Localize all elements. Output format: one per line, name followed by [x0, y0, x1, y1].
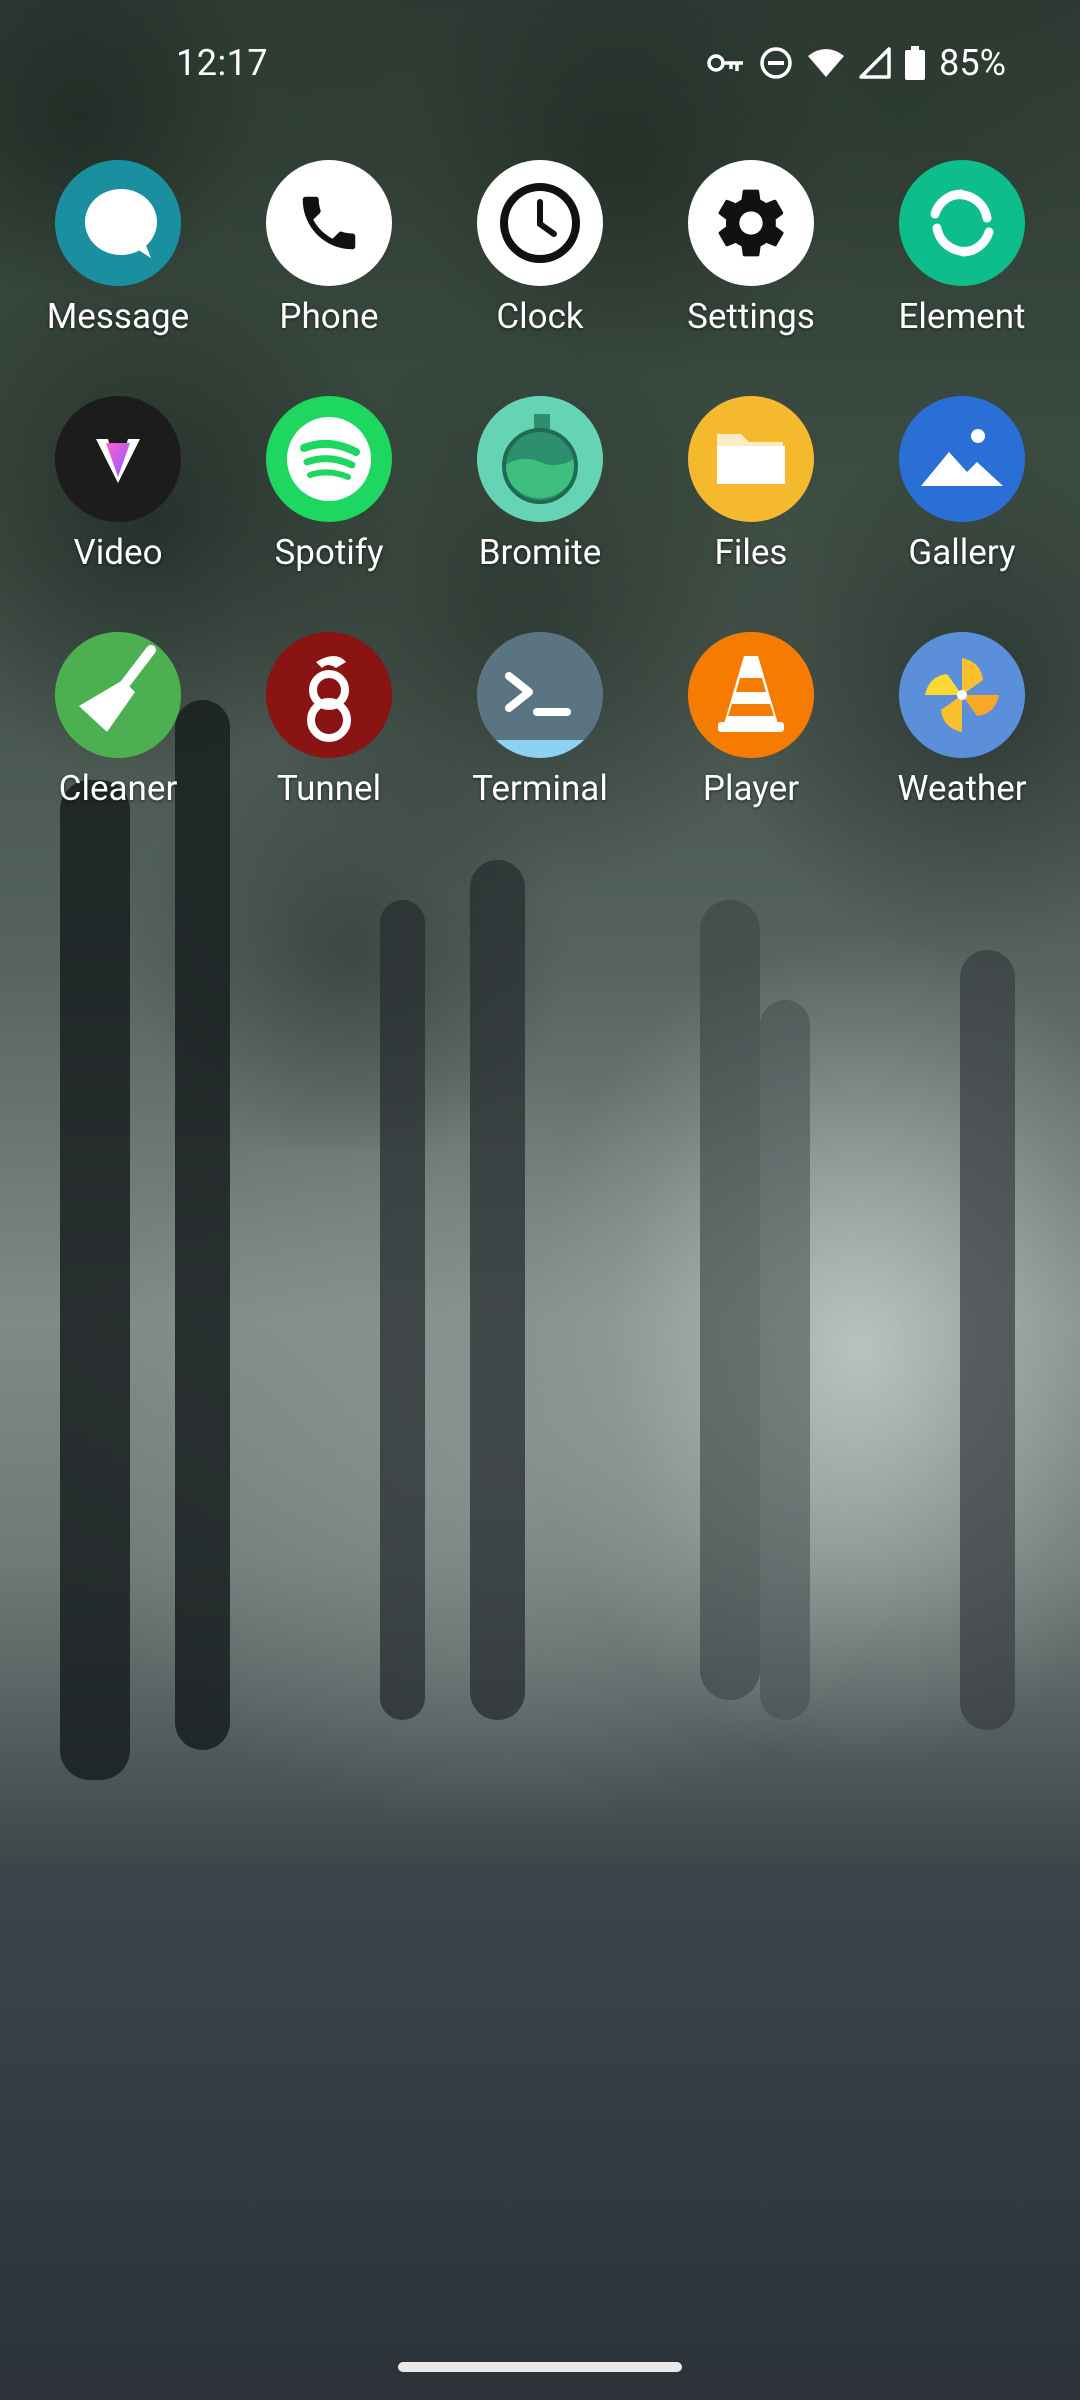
app-label: Message — [46, 296, 190, 337]
battery-percent: 85% — [939, 42, 1006, 84]
cellular-signal-icon — [859, 47, 891, 79]
app-label: Tunnel — [276, 768, 382, 809]
phone-icon — [266, 160, 392, 286]
app-label: Clock — [496, 296, 584, 337]
app-phone[interactable]: Phone — [229, 160, 429, 337]
video-icon — [55, 396, 181, 522]
app-label: Gallery — [908, 532, 1016, 573]
broom-icon — [55, 632, 181, 758]
app-gallery[interactable]: Gallery — [862, 396, 1062, 573]
app-element[interactable]: Element — [862, 160, 1062, 337]
terminal-icon — [477, 632, 603, 758]
vpn-key-icon — [707, 50, 745, 76]
wireguard-dragon-icon — [266, 632, 392, 758]
app-label: Element — [898, 296, 1026, 337]
app-spotify[interactable]: Spotify — [229, 396, 429, 573]
app-label: Video — [73, 532, 163, 573]
status-icons: 85% — [707, 42, 1006, 84]
app-terminal[interactable]: Terminal — [440, 632, 640, 809]
app-label: Bromite — [478, 532, 602, 573]
gesture-navigation-bar[interactable] — [398, 2362, 682, 2372]
message-icon — [55, 160, 181, 286]
gear-icon — [688, 160, 814, 286]
app-files[interactable]: Files — [651, 396, 851, 573]
app-label: Files — [714, 532, 788, 573]
app-label: Settings — [687, 296, 815, 337]
app-settings[interactable]: Settings — [651, 160, 851, 337]
wifi-icon — [807, 48, 845, 78]
pinwheel-icon — [899, 632, 1025, 758]
status-bar: 12:17 85% — [0, 0, 1080, 130]
app-clock[interactable]: Clock — [440, 160, 640, 337]
app-label: Terminal — [472, 768, 608, 809]
clock-time: 12:17 — [176, 42, 269, 84]
app-weather[interactable]: Weather — [862, 632, 1062, 809]
traffic-cone-icon — [688, 632, 814, 758]
app-label: Spotify — [274, 532, 384, 573]
do-not-disturb-icon — [759, 46, 793, 80]
element-icon — [899, 160, 1025, 286]
app-tunnel[interactable]: Tunnel — [229, 632, 429, 809]
app-bromite[interactable]: Bromite — [440, 396, 640, 573]
app-label: Phone — [279, 296, 379, 337]
app-cleaner[interactable]: Cleaner — [18, 632, 218, 809]
gallery-icon — [899, 396, 1025, 522]
battery-icon — [905, 46, 926, 80]
app-video[interactable]: Video — [18, 396, 218, 573]
spotify-icon — [266, 396, 392, 522]
app-label: Cleaner — [58, 768, 178, 809]
app-player[interactable]: Player — [651, 632, 851, 809]
app-label: Player — [702, 768, 800, 809]
folder-icon — [688, 396, 814, 522]
app-label: Weather — [897, 768, 1027, 809]
bromite-icon — [477, 396, 603, 522]
clock-icon — [477, 160, 603, 286]
app-message[interactable]: Message — [18, 160, 218, 337]
wallpaper — [0, 0, 1080, 2400]
